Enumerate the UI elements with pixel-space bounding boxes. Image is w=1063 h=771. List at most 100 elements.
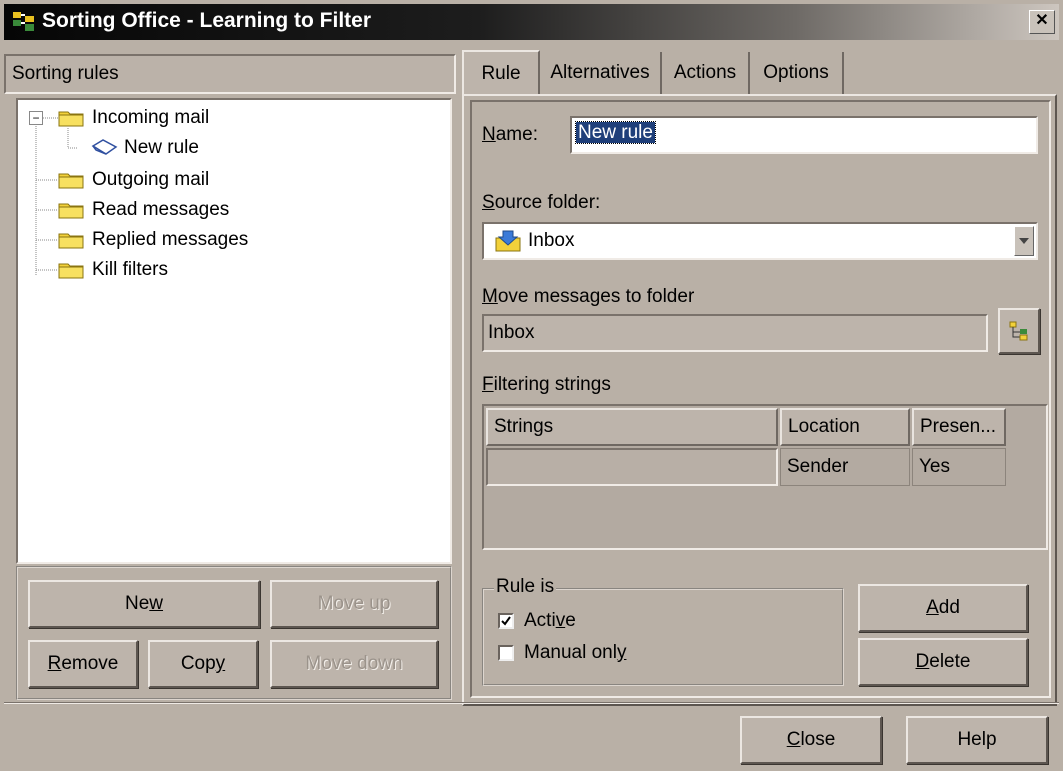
checkbox-box[interactable] xyxy=(498,613,514,629)
help-label: Help xyxy=(957,729,997,750)
checkbox-box[interactable] xyxy=(498,645,514,661)
add-accel: A xyxy=(926,597,939,618)
name-label-text: ame: xyxy=(495,124,538,145)
filtering-strings-label: Filtering strings xyxy=(482,374,611,396)
window-title: Sorting Office - Learning to Filter xyxy=(42,9,372,32)
move-to-folder-value: Inbox xyxy=(488,322,535,343)
dropdown-arrow-button[interactable] xyxy=(1014,226,1034,256)
copy-button[interactable]: Cop y xyxy=(148,640,258,688)
move-up-label: Move up xyxy=(317,593,391,614)
tab-actions[interactable]: Actions xyxy=(662,52,750,94)
tree-item-replied-messages[interactable]: Replied messages xyxy=(58,227,248,253)
column-header-location[interactable]: Location xyxy=(780,408,910,446)
name-input[interactable]: New rule xyxy=(570,116,1038,154)
folder-icon xyxy=(58,261,84,279)
column-header-label: Presen... xyxy=(920,416,997,437)
tree-item-label: Outgoing mail xyxy=(92,169,210,190)
column-header-presence[interactable]: Presen... xyxy=(912,408,1006,446)
move-up-button[interactable]: Move up xyxy=(270,580,438,628)
manual-accel: y xyxy=(616,642,627,663)
source-folder-label: Source folder: xyxy=(482,192,600,214)
table-cell-location[interactable]: Sender xyxy=(780,448,910,486)
tree-item-incoming-mail[interactable]: Incoming mail xyxy=(58,105,209,131)
filter-label-text: iltering strings xyxy=(493,374,611,395)
source-label-text: ource folder: xyxy=(494,192,601,213)
move-down-button[interactable]: Move down xyxy=(270,640,438,688)
folder-icon xyxy=(58,171,84,189)
new-accel: w xyxy=(149,593,164,614)
source-accel: S xyxy=(482,192,495,213)
active-checkbox[interactable]: Acti v e xyxy=(498,610,576,632)
table-cell-presence[interactable]: Yes xyxy=(912,448,1006,486)
column-header-strings[interactable]: Strings xyxy=(486,408,778,446)
manual-only-checkbox[interactable]: Manual onl y xyxy=(498,642,626,664)
remove-label: emove xyxy=(61,653,119,674)
active-label-rest: e xyxy=(565,610,576,631)
close-label: lose xyxy=(800,729,836,750)
close-button[interactable]: Close xyxy=(740,716,882,764)
rules-tree[interactable]: − Incoming mail New rule Outgoing mail R… xyxy=(16,98,452,564)
tree-item-label: New rule xyxy=(124,137,199,158)
tree-item-label: Replied messages xyxy=(92,229,249,250)
app-icon xyxy=(13,12,34,31)
copy-accel: y xyxy=(215,653,226,674)
tab-rule-label: Rule xyxy=(481,63,521,84)
manual-label: Manual onl xyxy=(524,642,617,663)
tree-expander[interactable]: − xyxy=(29,111,43,125)
tab-alternatives-label: Alternatives xyxy=(550,62,650,83)
rule-icon xyxy=(90,138,118,158)
tree-item-kill-filters[interactable]: Kill filters xyxy=(58,257,168,283)
move-to-folder-field[interactable]: Inbox xyxy=(482,314,988,352)
name-accel: N xyxy=(482,124,496,145)
tree-item-label: Incoming mail xyxy=(92,107,210,128)
cell-value: Sender xyxy=(787,456,849,477)
inbox-icon xyxy=(494,229,522,253)
sorting-rules-label: Sorting rules xyxy=(12,63,119,84)
tree-item-outgoing-mail[interactable]: Outgoing mail xyxy=(58,167,209,193)
delete-label: elete xyxy=(929,651,971,672)
remove-button[interactable]: Remove xyxy=(28,640,138,688)
name-label: Name: xyxy=(482,124,538,146)
tab-rule[interactable]: Rule xyxy=(462,50,540,96)
move-accel: M xyxy=(482,286,498,307)
tab-actions-label: Actions xyxy=(673,62,737,83)
rule-is-text: Rule is xyxy=(496,576,555,597)
active-accel: v xyxy=(555,610,566,631)
table-cell-strings[interactable] xyxy=(486,448,778,486)
browse-folder-button[interactable] xyxy=(998,308,1040,354)
close-accel: C xyxy=(786,729,801,750)
source-folder-value: Inbox xyxy=(528,230,575,251)
tree-item-label: Kill filters xyxy=(92,259,169,280)
folder-icon xyxy=(58,201,84,219)
help-button[interactable]: Help xyxy=(906,716,1048,764)
chevron-down-icon xyxy=(1019,238,1029,244)
tab-options-label: Options xyxy=(763,62,829,83)
tree-item-read-messages[interactable]: Read messages xyxy=(58,197,229,223)
remove-accel: R xyxy=(47,653,62,674)
filter-accel: F xyxy=(482,374,494,395)
footer-divider xyxy=(4,702,1059,704)
delete-button[interactable]: Delete xyxy=(858,638,1028,686)
rule-is-label: Rule is xyxy=(494,576,557,598)
move-to-folder-label: Move messages to folder xyxy=(482,286,694,308)
close-window-button[interactable]: ✕ xyxy=(1029,10,1055,34)
source-folder-select[interactable]: Inbox xyxy=(482,222,1038,260)
column-header-label: Strings xyxy=(494,416,554,437)
new-rule-button[interactable]: Ne w xyxy=(28,580,260,628)
add-button[interactable]: Add xyxy=(858,584,1028,632)
folder-icon xyxy=(58,231,84,249)
title-bar: Sorting Office - Learning to Filter ✕ xyxy=(4,4,1059,40)
copy-label: Cop xyxy=(180,653,216,674)
tab-options[interactable]: Options xyxy=(750,52,844,94)
folder-tree-icon xyxy=(1009,321,1028,341)
delete-accel: D xyxy=(915,651,930,672)
add-label: dd xyxy=(938,597,960,618)
folder-icon xyxy=(58,109,84,127)
move-down-label: Move down xyxy=(305,653,403,674)
tree-item-new-rule[interactable]: New rule xyxy=(90,135,199,161)
active-label: Acti xyxy=(524,610,556,631)
tree-item-label: Read messages xyxy=(92,199,230,220)
move-label-text: ove messages to folder xyxy=(497,286,695,307)
name-value: New rule xyxy=(575,121,656,144)
tab-alternatives[interactable]: Alternatives xyxy=(540,52,662,94)
